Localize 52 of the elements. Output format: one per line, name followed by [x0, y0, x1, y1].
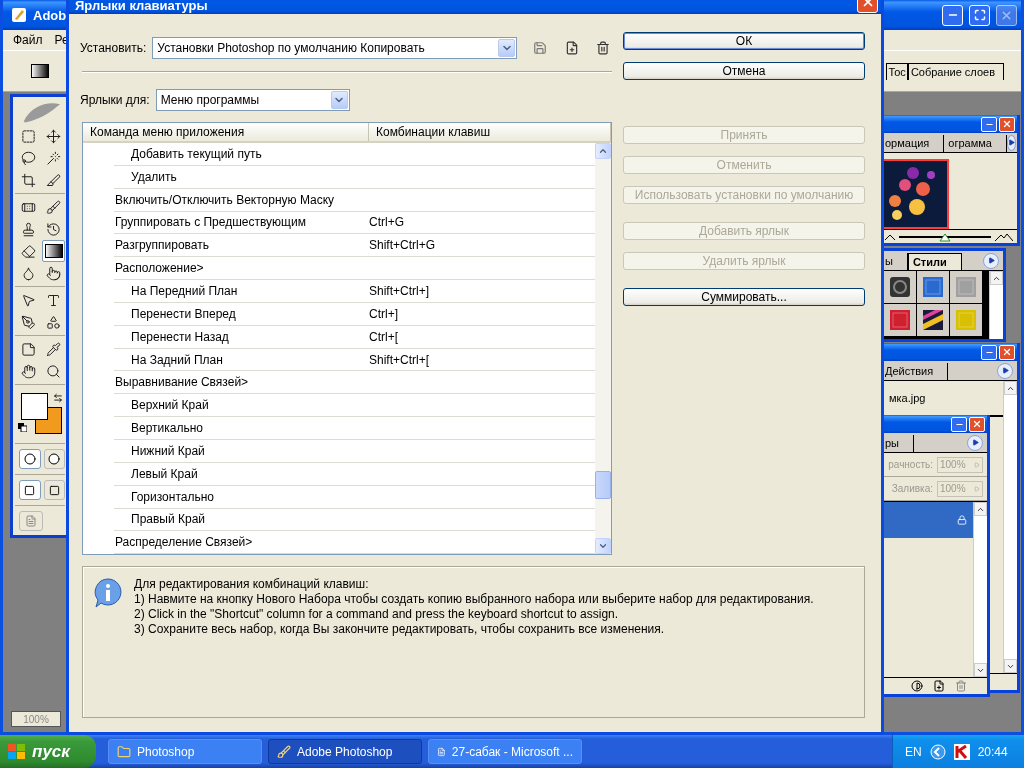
palette-tab[interactable]: Стили	[907, 253, 962, 270]
command-name[interactable]: Перенести Назад	[114, 329, 369, 344]
language-indicator[interactable]: EN	[905, 744, 922, 759]
command-name[interactable]: Перенести Вперед	[114, 306, 369, 321]
opacity-label: рачность:	[888, 459, 933, 470]
menu-item[interactable]: Файл	[13, 33, 43, 47]
shortcut-key[interactable]: Ctrl+]	[369, 306, 398, 321]
start-button[interactable]: пуск	[0, 735, 96, 768]
shortcuts-for-label: Ярлыки для:	[80, 93, 150, 107]
command-name[interactable]: Удалить	[114, 169, 369, 184]
shortcut-key[interactable]: Shift+Ctrl+[	[369, 352, 430, 367]
set-label: Установить:	[80, 41, 147, 55]
command-name[interactable]: Разгруппировать	[114, 238, 369, 253]
command-name[interactable]: Распределение Связей>	[114, 535, 369, 550]
command-name[interactable]: Верхний Край	[114, 398, 369, 413]
command-name[interactable]: Выравнивание Связей>	[114, 375, 369, 390]
command-name[interactable]: Горизонтально	[114, 489, 369, 504]
info-step: 3) Сохраните весь набор, когда Вы закончите редактировать, чтобы сохранить все изменения.	[134, 622, 814, 637]
command-name[interactable]: Вертикально	[114, 421, 369, 436]
shortcut-key[interactable]: Ctrl+[	[369, 329, 398, 344]
shortcut-key[interactable]: Ctrl+G	[369, 215, 404, 230]
info-heading: Для редактирования комбинаций клавиш:	[134, 577, 370, 592]
shortcut-key[interactable]: Shift+Ctrl+G	[369, 238, 436, 253]
taskbar-button[interactable]: Adobe Photoshop	[268, 739, 422, 764]
shortcuts-for-dropdown[interactable]: Меню программы	[155, 89, 350, 111]
palette-tab[interactable]: Тос	[886, 63, 908, 80]
history-snapshot[interactable]: мка.jpg	[889, 392, 926, 404]
info-step: 1) Навмите на кнопку Нового Набора чтобы создать копию выбранного набора или выберите набор для редактирования.	[134, 592, 814, 607]
dialog-button[interactable]: Отмена	[623, 62, 865, 80]
info-step: 2) Click in the "Shortcut" column for a command and press the keyboard shortcut to assign.	[134, 607, 814, 622]
command-name[interactable]: На Задний План	[114, 352, 369, 367]
command-name[interactable]: Левый Край	[114, 466, 369, 481]
taskbar-button[interactable]: 27-сабак - Microsoft ...	[428, 739, 582, 764]
column-header[interactable]: Команда меню приложения	[83, 123, 369, 141]
command-name[interactable]: Правый Край	[114, 512, 369, 527]
fill-label: Заливка:	[891, 483, 933, 494]
column-header[interactable]: Комбинации клавиш	[369, 123, 611, 141]
clock: 20:44	[977, 744, 1008, 759]
dialog-button[interactable]: Суммировать...	[623, 288, 865, 306]
shortcut-key[interactable]: Shift+Ctrl+]	[369, 284, 430, 298]
command-name[interactable]: Нижний Край	[114, 443, 369, 458]
window-title: Ярлыки клавиатуры	[75, 0, 208, 13]
command-name[interactable]: Добавить текущий путь	[114, 146, 369, 161]
command-name[interactable]: Включить/Отключить Векторную Маску	[114, 192, 369, 207]
set-dropdown[interactable]: Установки Photoshop по умолчанию Копировать	[152, 37, 518, 59]
taskbar-button[interactable]: Photoshop	[108, 739, 262, 764]
dialog-button[interactable]: ОК	[623, 32, 865, 50]
app-title: Adob	[33, 7, 67, 23]
palette-tab[interactable]: Собрание слоев	[907, 63, 1004, 80]
command-name[interactable]: На Передний План	[114, 284, 369, 298]
command-name[interactable]: Расположение>	[114, 261, 369, 276]
command-name[interactable]: Группировать с Предшествующим	[114, 215, 369, 230]
